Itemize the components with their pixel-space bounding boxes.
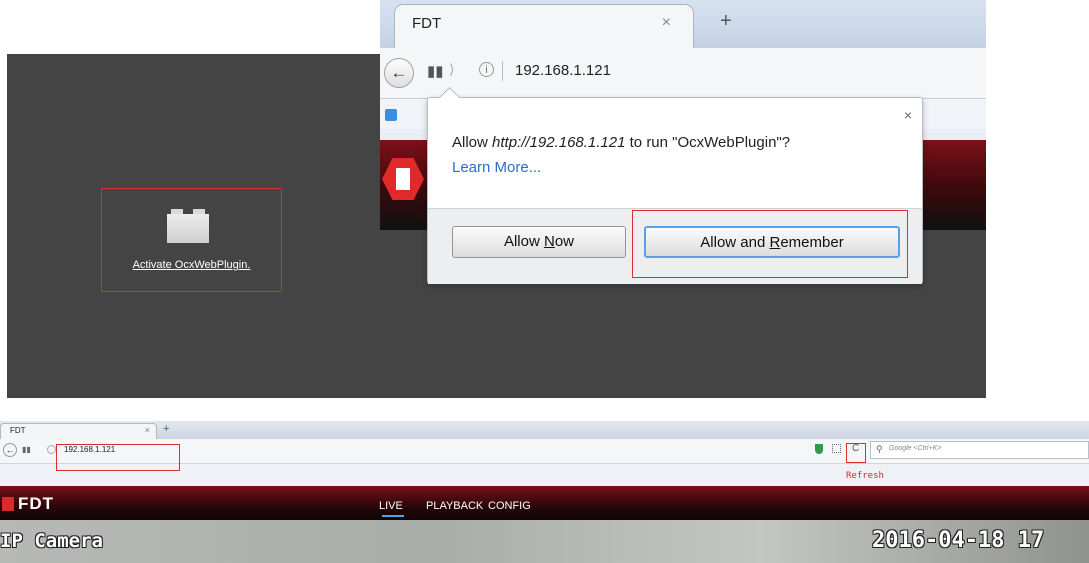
refresh-annotation: Refresh <box>846 471 884 481</box>
url-separator <box>502 61 503 81</box>
plugin-icon[interactable]: ▮▮ <box>22 445 31 454</box>
info-icon[interactable]: i <box>479 62 494 77</box>
nav-playback[interactable]: PLAYBACK <box>426 500 483 512</box>
live-video-view[interactable]: IP Camera 2016-04-18 17 <box>0 520 1089 563</box>
chevron-right-icon: ⟩ <box>449 61 455 77</box>
close-icon[interactable]: × <box>904 107 912 123</box>
fdt-logo-icon <box>382 158 424 200</box>
popup-message-url: http://192.168.1.121 <box>492 134 626 151</box>
tab-fdt[interactable]: FDT × <box>394 4 694 48</box>
fdt-logo-icon <box>2 497 14 511</box>
plugin-block-icon <box>167 209 209 243</box>
new-tab-icon[interactable]: + <box>720 10 732 33</box>
browser-window-bottom: FDT × + ← ▮▮ 192.168.1.121 C ⚲ Google <C… <box>0 421 1089 563</box>
shield-icon[interactable] <box>815 444 823 454</box>
activate-plugin-highlight: Activate OcxWebPlugin. <box>101 188 282 292</box>
search-placeholder: Google <Ctrl+K> <box>889 445 942 452</box>
nav-bar: ← ▮▮ ⟩ i 192.168.1.121 <box>380 48 986 99</box>
tab-fdt[interactable]: FDT × <box>0 423 157 439</box>
allow-remember-highlight <box>632 210 908 278</box>
popup-message: Allow http://192.168.1.121 to run "OcxWe… <box>452 134 791 151</box>
fdt-logo: FDT <box>2 494 54 514</box>
camera-name-overlay: IP Camera <box>0 530 103 552</box>
qr-code-icon[interactable] <box>832 444 841 453</box>
address-bar-url[interactable]: 192.168.1.121 <box>515 62 611 79</box>
tab-strip: FDT × + <box>0 421 1089 439</box>
new-tab-icon[interactable]: + <box>163 423 169 435</box>
tab-strip: FDT × + <box>380 0 986 48</box>
plugin-icon[interactable]: ▮▮ <box>427 62 444 80</box>
nav-live[interactable]: LIVE <box>379 500 403 512</box>
tab-title: FDT <box>10 426 26 435</box>
nav-config[interactable]: CONFIG <box>488 500 531 512</box>
nav-live-underline <box>382 515 404 517</box>
search-icon[interactable] <box>385 109 397 121</box>
back-arrow-icon[interactable]: ← <box>3 443 17 457</box>
search-input[interactable]: ⚲ Google <Ctrl+K> <box>870 441 1089 459</box>
allow-now-button[interactable]: Allow Now <box>452 226 626 258</box>
tab-title: FDT <box>412 15 442 32</box>
close-tab-icon[interactable]: × <box>145 425 150 435</box>
reload-highlight <box>846 443 866 463</box>
learn-more-link[interactable]: Learn More... <box>452 159 541 176</box>
back-arrow-icon[interactable]: ← <box>384 58 414 88</box>
activate-plugin-link[interactable]: Activate OcxWebPlugin. <box>102 259 281 271</box>
close-tab-icon[interactable]: × <box>662 14 671 32</box>
datetime-overlay: 2016-04-18 17 <box>872 528 1045 553</box>
site-header: FDT LIVE PLAYBACK CONFIG <box>0 486 1089 520</box>
info-icon[interactable] <box>47 445 56 454</box>
address-bar-highlight <box>56 444 180 471</box>
search-icon: ⚲ <box>876 444 883 454</box>
